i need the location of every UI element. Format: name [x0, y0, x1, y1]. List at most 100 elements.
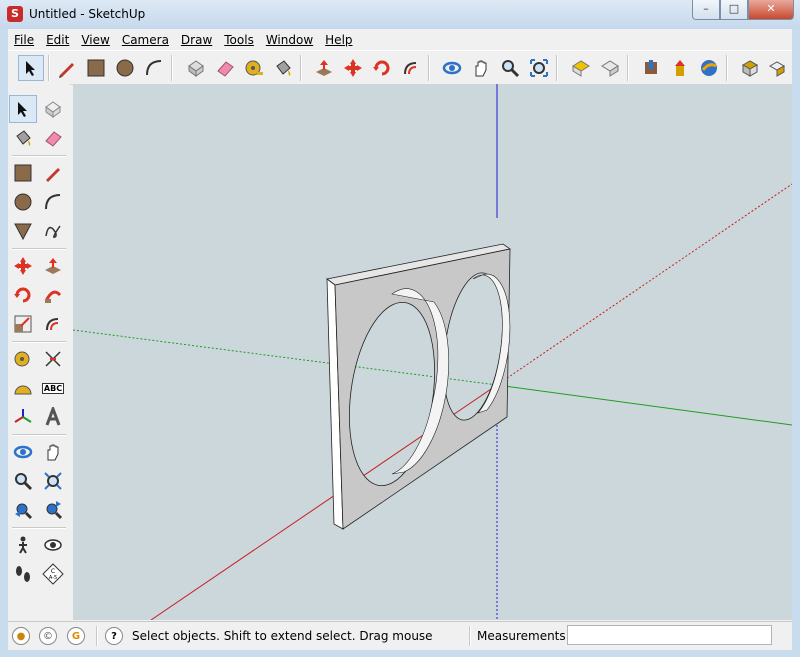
toolbar-separator	[300, 55, 302, 81]
section-plane-icon[interactable]: C A-5	[39, 560, 67, 588]
offset-icon[interactable]	[398, 55, 424, 81]
menu-draw[interactable]: Draw	[175, 33, 218, 47]
toolbar-separator	[428, 55, 430, 81]
credits-glyph: ©	[43, 631, 53, 642]
rotate-icon[interactable]	[369, 55, 395, 81]
menu-help[interactable]: Help	[319, 33, 358, 47]
rectangle-icon[interactable]	[83, 55, 109, 81]
next-view-icon[interactable]	[597, 55, 623, 81]
toolbar-separator	[171, 55, 173, 81]
toolbar-separator	[12, 527, 66, 529]
close-button[interactable]: ✕	[748, 0, 794, 20]
toolbar-separator	[12, 155, 66, 157]
follow-me-icon[interactable]	[39, 281, 67, 309]
rectangle-icon[interactable]	[9, 159, 37, 187]
plate-front-face[interactable]	[334, 248, 511, 530]
toolbar-separator	[12, 248, 66, 250]
zoom-icon[interactable]	[9, 467, 37, 495]
eraser-icon[interactable]	[212, 55, 238, 81]
help-glyph: ?	[111, 631, 117, 642]
toolbar-separator	[627, 55, 629, 81]
push-pull-icon[interactable]	[311, 55, 337, 81]
menu-view[interactable]: View	[75, 33, 115, 47]
title-bar[interactable]: S Untitled - SketchUp – □ ✕	[0, 0, 800, 29]
measurements-input[interactable]	[567, 625, 772, 645]
look-around-icon[interactable]	[39, 531, 67, 559]
push-pull-icon[interactable]	[39, 252, 67, 280]
tape-measure-icon[interactable]	[241, 55, 267, 81]
arc-icon[interactable]	[141, 55, 167, 81]
previous-icon[interactable]	[9, 496, 37, 524]
pan-icon[interactable]	[39, 438, 67, 466]
make-component-icon[interactable]	[183, 55, 209, 81]
rotate-icon[interactable]	[9, 281, 37, 309]
zoom-window-icon[interactable]	[39, 467, 67, 495]
zoom-icon[interactable]	[497, 55, 523, 81]
pan-icon[interactable]	[468, 55, 494, 81]
menu-window[interactable]: Window	[260, 33, 319, 47]
protractor-icon[interactable]	[9, 374, 37, 402]
dimension-icon[interactable]	[39, 345, 67, 373]
freehand-icon[interactable]	[39, 217, 67, 245]
google-earth-icon[interactable]	[696, 55, 722, 81]
paint-bucket-icon[interactable]	[270, 55, 296, 81]
status-separator	[469, 626, 471, 646]
orbit-icon[interactable]	[439, 55, 465, 81]
client-area: File Edit View Camera Draw Tools Window …	[8, 29, 792, 650]
circle-icon[interactable]	[112, 55, 138, 81]
axes-icon[interactable]	[9, 403, 37, 431]
toolbar-separator	[12, 341, 66, 343]
walk-icon[interactable]	[9, 531, 37, 559]
select-icon[interactable]	[9, 95, 37, 123]
menu-file[interactable]: File	[8, 33, 40, 47]
menu-draw-label: Draw	[180, 32, 213, 47]
section-label-bottom: A-5	[49, 575, 57, 581]
sketchup-icon[interactable]: S	[7, 6, 23, 22]
menu-edit[interactable]: Edit	[40, 33, 75, 47]
arc-icon[interactable]	[39, 188, 67, 216]
menu-tools-label: Tools	[224, 32, 254, 47]
sketchup-window: S Untitled - SketchUp – □ ✕ File Edit Vi…	[0, 0, 800, 657]
measurements-label: Measurements	[477, 629, 566, 643]
circle-icon[interactable]	[9, 188, 37, 216]
zoom-extents-icon[interactable]	[39, 496, 67, 524]
minimize-button[interactable]: –	[692, 0, 720, 20]
make-component-icon[interactable]	[39, 95, 67, 123]
help-icon[interactable]: ?	[105, 627, 123, 645]
scale-icon[interactable]	[9, 310, 37, 338]
menu-camera[interactable]: Camera	[116, 33, 175, 47]
text-tool-label: ABC	[41, 382, 65, 394]
zoom-extents-icon[interactable]	[526, 55, 552, 81]
eraser-icon[interactable]	[39, 124, 67, 152]
google-sign-in-icon[interactable]: G	[67, 627, 85, 645]
get-models-icon[interactable]	[638, 55, 664, 81]
polygon-icon[interactable]	[9, 217, 37, 245]
move-icon[interactable]	[9, 252, 37, 280]
line-icon[interactable]	[39, 159, 67, 187]
plate-model[interactable]	[326, 243, 511, 530]
maximize-button[interactable]: □	[720, 0, 748, 20]
previous-view-icon[interactable]	[568, 55, 594, 81]
geo-location-icon[interactable]: ●	[12, 627, 30, 645]
share-model-icon[interactable]	[667, 55, 693, 81]
paint-bucket-icon[interactable]	[9, 124, 37, 152]
text-icon[interactable]: ABC	[39, 374, 67, 402]
extension-icon[interactable]	[764, 55, 790, 81]
pencil-icon[interactable]	[54, 55, 80, 81]
modeling-viewport[interactable]	[73, 84, 792, 620]
move-icon[interactable]	[340, 55, 366, 81]
menu-camera-label: Camera	[121, 32, 169, 47]
scene-canvas[interactable]	[73, 84, 792, 620]
menu-tools[interactable]: Tools	[218, 33, 260, 47]
components-icon[interactable]	[738, 55, 764, 81]
credits-icon[interactable]: ©	[39, 627, 57, 645]
orbit-icon[interactable]	[9, 438, 37, 466]
left-toolbar: ABC C A-5	[8, 84, 70, 620]
main-toolbar	[8, 50, 792, 85]
offset-icon[interactable]	[39, 310, 67, 338]
3d-text-icon[interactable]	[39, 403, 67, 431]
toolbar-separator	[48, 55, 50, 81]
select-icon[interactable]	[18, 55, 44, 81]
footprints-icon[interactable]	[9, 560, 37, 588]
tape-measure-icon[interactable]	[9, 345, 37, 373]
